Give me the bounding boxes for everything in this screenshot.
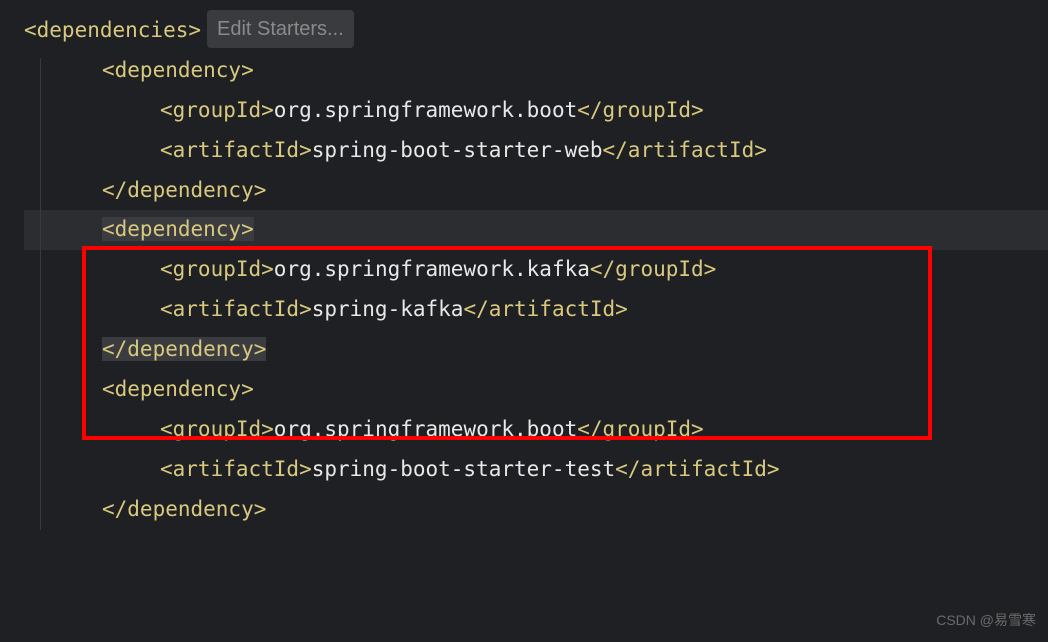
edit-starters-button[interactable]: Edit Starters... [207,10,354,48]
xml-tag: </dependency> [102,178,266,202]
xml-tag: <artifactId> [160,457,312,481]
xml-text: spring-kafka [312,297,464,321]
code-line[interactable]: <dependency> [24,210,1048,250]
xml-tag: </artifactId> [603,138,767,162]
xml-tag: <artifactId> [160,297,312,321]
xml-tag: </groupId> [590,257,716,281]
watermark: CSDN @易雪寒 [936,607,1036,634]
code-editor[interactable]: <dependencies>Edit Starters... <dependen… [0,10,1048,530]
xml-tag: <dependencies> [24,18,201,42]
xml-tag: <dependency> [102,58,254,82]
xml-tag: <dependency> [102,217,254,241]
xml-text: org.springframework.boot [274,98,577,122]
xml-tag: <groupId> [160,257,274,281]
xml-tag: <artifactId> [160,138,312,162]
code-line[interactable]: <artifactId>spring-boot-starter-test</ar… [24,450,1048,490]
xml-tag: </dependency> [102,497,266,521]
code-line[interactable]: <dependency> [24,51,1048,91]
xml-tag: </groupId> [577,417,703,441]
xml-text: org.springframework.boot [274,417,577,441]
code-line[interactable]: <dependencies>Edit Starters... [24,10,1048,51]
xml-tag: <dependency> [102,377,254,401]
code-line[interactable]: </dependency> [24,171,1048,211]
code-line[interactable]: <groupId>org.springframework.kafka</grou… [24,250,1048,290]
code-line[interactable]: <groupId>org.springframework.boot</group… [24,410,1048,450]
xml-tag: </artifactId> [615,457,779,481]
code-line[interactable]: <dependency> [24,370,1048,410]
xml-tag: <groupId> [160,98,274,122]
xml-text: spring-boot-starter-test [312,457,615,481]
xml-tag: </dependency> [102,337,266,361]
code-line[interactable]: <artifactId>spring-kafka</artifactId> [24,290,1048,330]
xml-tag: </artifactId> [463,297,627,321]
code-line[interactable]: <artifactId>spring-boot-starter-web</art… [24,131,1048,171]
xml-tag: </groupId> [577,98,703,122]
xml-text: org.springframework.kafka [274,257,590,281]
code-line[interactable]: </dependency> [24,490,1048,530]
xml-text: spring-boot-starter-web [312,138,603,162]
xml-tag: <groupId> [160,417,274,441]
code-line[interactable]: <groupId>org.springframework.boot</group… [24,91,1048,131]
code-line[interactable]: </dependency> [24,330,1048,370]
